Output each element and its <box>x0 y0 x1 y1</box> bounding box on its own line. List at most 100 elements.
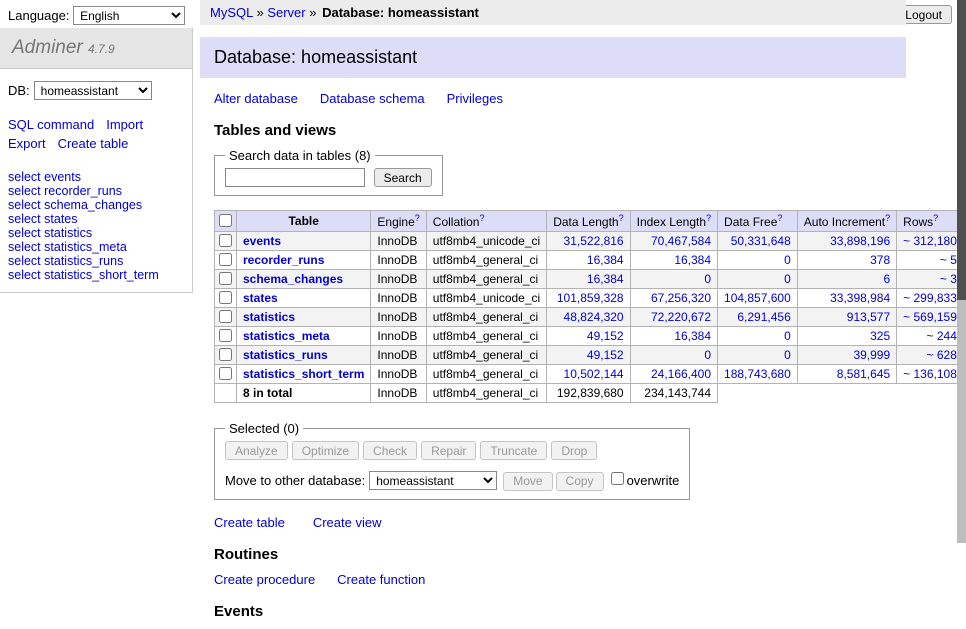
cell-link[interactable]: 24,166,400 <box>651 367 711 381</box>
move-db-select[interactable]: homeassistant <box>369 471 497 490</box>
routine-link[interactable]: Create procedure <box>214 572 315 587</box>
table-name-link[interactable]: statistics <box>44 226 92 240</box>
cell-link[interactable]: ~ 136,108 <box>903 367 957 381</box>
cell-link[interactable]: 16,384 <box>587 253 624 267</box>
column-help-link[interactable]: ? <box>777 213 782 223</box>
cell-link[interactable]: ~ 3 <box>940 272 957 286</box>
scrollbar-thumb[interactable] <box>957 0 966 300</box>
row-checkbox[interactable] <box>219 272 232 285</box>
row-checkbox[interactable] <box>219 234 232 247</box>
create-link[interactable]: Create table <box>214 515 285 530</box>
search-button[interactable]: Search <box>374 168 432 187</box>
cell-link[interactable]: 913,577 <box>847 310 890 324</box>
cell-link[interactable]: 378 <box>870 253 890 267</box>
table-select-link[interactable]: select <box>8 268 41 282</box>
cell-link[interactable]: 6,291,456 <box>737 310 790 324</box>
cell-link[interactable]: 50,331,648 <box>731 234 791 248</box>
table-link[interactable]: statistics <box>243 310 295 324</box>
routine-link[interactable]: Create function <box>337 572 425 587</box>
table-name-link[interactable]: recorder_runs <box>44 184 122 198</box>
cell-link[interactable]: ~ 244 <box>927 329 957 343</box>
table-link[interactable]: statistics_short_term <box>243 367 364 381</box>
cell-link[interactable]: 0 <box>704 348 711 362</box>
action-repair-button[interactable]: Repair <box>421 441 476 460</box>
table-select-link[interactable]: select <box>8 170 41 184</box>
cell-link[interactable]: 48,824,320 <box>564 310 624 324</box>
table-select-link[interactable]: select <box>8 198 41 212</box>
cell-link[interactable]: 33,898,196 <box>830 234 890 248</box>
cell-link[interactable]: 31,522,816 <box>564 234 624 248</box>
cell-link[interactable]: 49,152 <box>587 329 624 343</box>
cell-link[interactable]: 188,743,680 <box>724 367 791 381</box>
action-optimize-button[interactable]: Optimize <box>292 441 359 460</box>
cell-link[interactable]: 49,152 <box>587 348 624 362</box>
table-link[interactable]: events <box>243 234 281 248</box>
row-checkbox[interactable] <box>219 348 232 361</box>
sidebar-link[interactable]: SQL command <box>8 116 94 135</box>
database-action-link[interactable]: Alter database <box>214 91 298 106</box>
table-select-link[interactable]: select <box>8 240 41 254</box>
cell-link[interactable]: 8,581,645 <box>837 367 890 381</box>
row-checkbox[interactable] <box>219 253 232 266</box>
cell-link[interactable]: 0 <box>784 348 791 362</box>
overwrite-checkbox[interactable] <box>611 472 624 485</box>
cell-link[interactable]: 104,857,600 <box>724 291 791 305</box>
overwrite-label[interactable]: overwrite <box>627 473 680 488</box>
table-name-link[interactable]: statistics_short_term <box>44 268 159 282</box>
cell-link[interactable]: 325 <box>870 329 890 343</box>
sidebar-link[interactable]: Create table <box>58 135 129 154</box>
row-checkbox[interactable] <box>219 367 232 380</box>
cell-link[interactable]: 33,398,984 <box>830 291 890 305</box>
cell-link[interactable]: 6 <box>883 272 890 286</box>
cell-link[interactable]: 101,859,328 <box>557 291 624 305</box>
cell-link[interactable]: 39,999 <box>853 348 890 362</box>
column-help-link[interactable]: ? <box>933 213 938 223</box>
column-help-link[interactable]: ? <box>479 213 484 223</box>
cell-link[interactable]: 16,384 <box>674 329 711 343</box>
table-name-link[interactable]: statistics_meta <box>44 240 127 254</box>
column-help-link[interactable]: ? <box>885 213 890 223</box>
sidebar-link[interactable]: Export <box>8 135 46 154</box>
cell-link[interactable]: 70,467,584 <box>651 234 711 248</box>
column-help-link[interactable]: ? <box>619 213 624 223</box>
database-action-link[interactable]: Privileges <box>447 91 503 106</box>
cell-link[interactable]: 0 <box>784 272 791 286</box>
language-select[interactable]: English <box>73 6 185 25</box>
row-checkbox[interactable] <box>219 329 232 342</box>
search-input[interactable] <box>225 168 365 187</box>
table-link[interactable]: recorder_runs <box>243 253 324 267</box>
action-analyze-button[interactable]: Analyze <box>225 441 288 460</box>
cell-link[interactable]: 16,384 <box>674 253 711 267</box>
table-select-link[interactable]: select <box>8 254 41 268</box>
sidebar-link[interactable]: Import <box>106 116 143 135</box>
table-name-link[interactable]: schema_changes <box>44 198 142 212</box>
cell-link[interactable]: 10,502,144 <box>564 367 624 381</box>
create-link[interactable]: Create view <box>313 515 382 530</box>
table-select-link[interactable]: select <box>8 212 41 226</box>
breadcrumb-link[interactable]: Server <box>267 5 305 20</box>
cell-link[interactable]: ~ 5 <box>940 253 957 267</box>
cell-link[interactable]: ~ 299,833 <box>903 291 957 305</box>
cell-link[interactable]: 16,384 <box>587 272 624 286</box>
action-check-button[interactable]: Check <box>363 441 417 460</box>
scrollbar[interactable] <box>957 0 966 543</box>
cell-link[interactable]: 0 <box>784 253 791 267</box>
table-name-link[interactable]: states <box>44 212 77 226</box>
table-link[interactable]: schema_changes <box>243 272 343 286</box>
action-drop-button[interactable]: Drop <box>551 441 597 460</box>
copy-button[interactable]: Copy <box>556 472 604 491</box>
cell-link[interactable]: 0 <box>784 329 791 343</box>
table-link[interactable]: statistics_meta <box>243 329 330 343</box>
column-help-link[interactable]: ? <box>706 213 711 223</box>
breadcrumb-link[interactable]: MySQL <box>210 5 253 20</box>
row-checkbox[interactable] <box>219 310 232 323</box>
select-all-checkbox[interactable] <box>219 214 232 227</box>
row-checkbox[interactable] <box>219 291 232 304</box>
cell-link[interactable]: 0 <box>704 272 711 286</box>
cell-link[interactable]: ~ 312,180 <box>903 234 957 248</box>
table-name-link[interactable]: events <box>44 170 81 184</box>
action-truncate-button[interactable]: Truncate <box>480 441 547 460</box>
db-select[interactable]: homeassistant <box>34 81 152 100</box>
column-help-link[interactable]: ? <box>415 213 420 223</box>
cell-link[interactable]: 72,220,672 <box>651 310 711 324</box>
